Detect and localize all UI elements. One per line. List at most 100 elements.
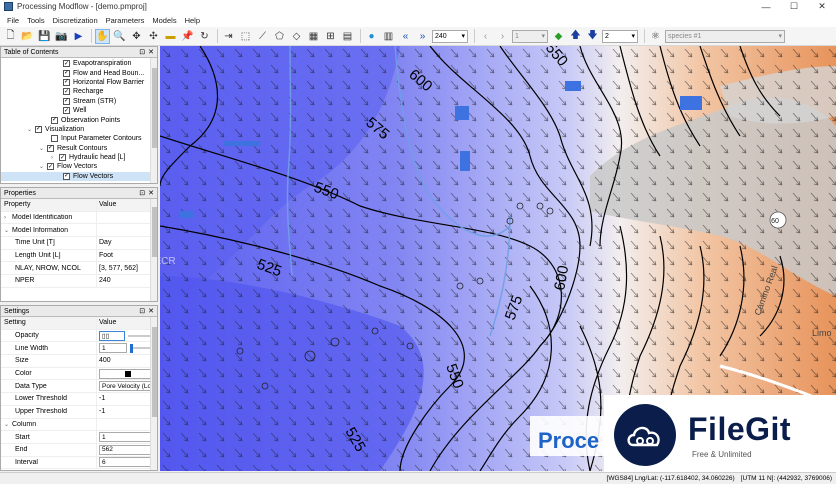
setting-row-data-type[interactable]: Data TypePore Velocity (Log)▾ [1,380,157,394]
checkbox[interactable]: ✓ [63,69,70,77]
checkbox[interactable]: ✓ [63,88,70,96]
chevron-down-icon[interactable]: ⌄ [27,126,35,133]
setting-row[interactable]: Lower Threshold -1 [1,393,157,406]
properties-scrollbar[interactable] [150,199,157,301]
data-table-icon[interactable]: ▥ [381,29,396,44]
checkbox[interactable]: ✓ [47,144,54,152]
save-icon[interactable]: 💾 [37,29,52,44]
end-select[interactable]: 562▾ [99,444,157,455]
setting-row-line-width[interactable]: Line Width 1 [1,342,157,356]
polyline-icon[interactable]: ⟋ [255,29,270,44]
layer-3d-icon[interactable]: ◆ [551,29,566,44]
toc-item[interactable]: ✓ Evapotranspiration [1,59,157,68]
shape-icon[interactable]: ◇ [289,29,304,44]
checkbox[interactable]: ✓ [51,116,58,124]
forward-icon[interactable]: » [415,29,430,44]
ruler-icon[interactable]: ▬ [163,29,178,44]
checkbox[interactable] [51,135,58,143]
menu-help[interactable]: Help [181,16,204,25]
checkbox[interactable]: ✓ [35,125,42,133]
setting-row[interactable]: Upper Threshold -1 [1,405,157,419]
toc-scrollbar[interactable] [150,58,157,183]
color-picker[interactable] [99,368,157,379]
checkbox[interactable]: ✓ [63,172,70,180]
chevron-down-icon[interactable]: ⌄ [4,227,12,234]
close-button[interactable]: ✕ [808,0,836,13]
property-row[interactable]: Time Unit [T] Day [1,237,157,250]
rewind-icon[interactable]: « [398,29,413,44]
time-step-combo[interactable]: 240 ▾ [432,29,468,43]
table-icon[interactable]: ▤ [340,29,355,44]
toc-item[interactable]: ✓ Stream (STR) [1,97,157,106]
toc-item[interactable]: ✓ Horizontal Flow Barrier [1,78,157,87]
next-icon[interactable]: › [495,29,510,44]
close-icon[interactable]: ✕ [148,308,154,315]
species-combo[interactable]: species #1 ▾ [665,29,785,43]
setting-row-end[interactable]: End562▾ [1,443,157,457]
chevron-right-icon[interactable]: › [51,155,59,161]
move-icon[interactable]: ✣ [146,29,161,44]
checkbox[interactable]: ✓ [47,163,54,171]
export-icon[interactable]: ⇥ [221,29,236,44]
polygon-icon[interactable]: ⬠ [272,29,287,44]
pin-icon[interactable]: ⊡ [139,49,145,56]
species-index-combo[interactable]: 1 ▾ [512,29,548,43]
interval-select[interactable]: 6▾ [99,457,157,468]
toc-item[interactable]: ✓ Observation Points [1,115,157,124]
camera-icon[interactable]: 📷 [54,29,69,44]
chevron-down-icon[interactable]: ⌄ [4,421,12,428]
zoom-extent-icon[interactable]: ✥ [129,29,144,44]
pin-icon[interactable]: ⊡ [139,190,145,197]
toc-item[interactable]: ⌄ ✓ Visualization [1,125,157,134]
property-row[interactable]: Length Unit [L] Foot [1,249,157,263]
toc-item[interactable]: › ✓ Hydraulic head [L] [1,153,157,162]
menu-parameters[interactable]: Parameters [102,16,149,25]
property-row[interactable]: NLAY, NROW, NCOL [3, 577, 562] [1,262,157,276]
open-folder-icon[interactable]: 📂 [20,29,35,44]
pin-icon[interactable]: ⊡ [139,308,145,315]
close-icon[interactable]: ✕ [148,49,154,56]
chevron-right-icon[interactable]: › [4,215,12,221]
menu-file[interactable]: File [3,16,23,25]
toc-item[interactable]: ✓ Flow and Head Boun... [1,68,157,77]
select-icon[interactable]: ⬚ [238,29,253,44]
grid-icon[interactable]: ⊞ [323,29,338,44]
toc-item[interactable]: ⌄ ✓ Flow Vectors [1,162,157,171]
start-select[interactable]: 1▾ [99,432,157,443]
toc-item[interactable]: Input Parameter Contours [1,134,157,143]
checkbox[interactable]: ✓ [59,154,66,162]
maximize-button[interactable]: ☐ [780,0,808,13]
menu-tools[interactable]: Tools [23,16,49,25]
checkbox[interactable]: ✓ [63,78,70,86]
chevron-down-icon[interactable]: ⌄ [39,145,47,152]
chevron-down-icon[interactable]: ⌄ [39,163,47,170]
toc-item[interactable]: ⌄ ✓ Result Contours [1,144,157,153]
toc-item[interactable]: ✓ Recharge [1,87,157,96]
run-icon[interactable]: ▶ [71,29,86,44]
layers-icon[interactable]: ▦ [306,29,321,44]
line-width-input[interactable]: 1 [99,343,127,354]
menu-models[interactable]: Models [148,16,180,25]
toc-item[interactable]: ✓ Well [1,106,157,115]
setting-row[interactable]: Size 400 [1,355,157,368]
checkbox[interactable]: ✓ [63,97,70,105]
prev-icon[interactable]: ‹ [478,29,493,44]
property-category[interactable]: ⌄ Model Information [1,224,157,238]
settings-scrollbar[interactable] [150,317,157,470]
refresh-icon[interactable]: ↻ [197,29,212,44]
layer-down-icon[interactable]: 🡇 [585,29,600,44]
setting-row-start[interactable]: Start1▾ [1,431,157,444]
species-icon[interactable]: ⚛ [648,29,663,44]
globe-icon[interactable]: ● [364,29,379,44]
setting-row-opacity[interactable]: Opacity ▯▯ [1,329,157,343]
layer-combo[interactable]: 2 ▾ [602,29,638,43]
data-type-select[interactable]: Pore Velocity (Log)▾ [99,381,157,392]
close-icon[interactable]: ✕ [148,190,154,197]
new-file-icon[interactable]: 🗋 [3,29,18,44]
minimize-button[interactable]: — [752,0,780,13]
menu-discretization[interactable]: Discretization [49,16,102,25]
toc-item[interactable]: ✓ Flow Vectors [1,171,157,182]
layer-up-icon[interactable]: 🡅 [568,29,583,44]
setting-row-interval[interactable]: Interval6▾ [1,456,157,470]
checkbox[interactable]: ✓ [63,60,70,68]
